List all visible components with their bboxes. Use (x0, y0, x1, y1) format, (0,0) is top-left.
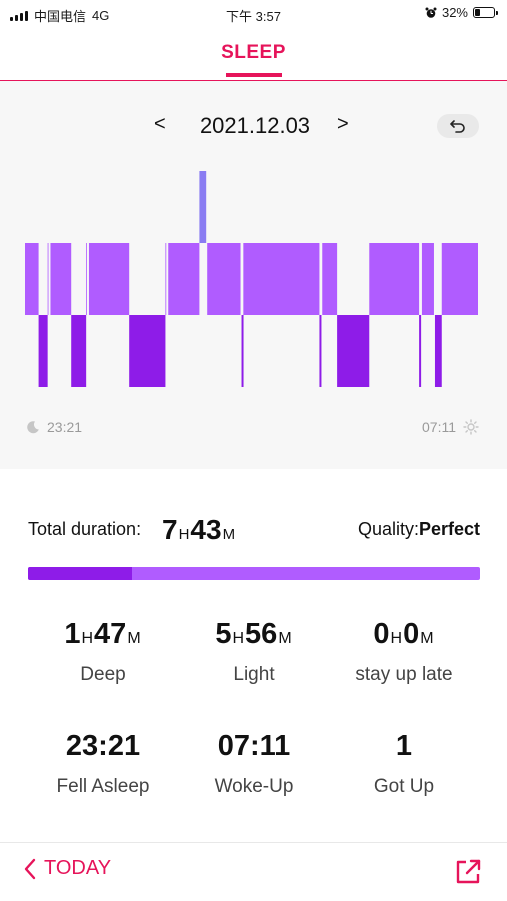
share-icon (456, 859, 481, 884)
sleep-stage-chart (25, 171, 478, 387)
sleep-segment-light (25, 243, 39, 315)
quality-value: Perfect (418, 519, 480, 539)
fell-asleep-time: 23:21 (65, 730, 141, 762)
summary-row: Total duration: 7 H 43 M Quality:Perfect (28, 514, 480, 546)
status-right: 32% (425, 5, 498, 20)
share-button[interactable] (453, 857, 483, 892)
minute-unit: M (127, 630, 141, 647)
stat-fell-asleep-value: 23:21 (23, 730, 183, 768)
sleep-segment-light (441, 243, 478, 315)
late-hours: 0 (373, 618, 390, 650)
today-button[interactable]: TODAY (24, 857, 111, 880)
minute-unit: M (420, 630, 434, 647)
bottom-bar: TODAY (0, 842, 507, 901)
alarm-icon (425, 7, 437, 18)
tab-underline (226, 73, 282, 77)
light-hours: 5 (215, 618, 232, 650)
got-up-count: 1 (395, 730, 413, 762)
end-time-label: 07:11 (422, 419, 456, 435)
total-minutes: 43 (190, 514, 222, 545)
sleep-segment-light (369, 243, 420, 315)
hour-unit: H (81, 630, 94, 647)
stat-woke-up: 07:11 Woke-Up (174, 730, 334, 798)
end-time: 07:11 (422, 419, 479, 435)
segment-divider (48, 243, 51, 315)
quality: Quality:Perfect (358, 519, 480, 540)
today-label: TODAY (44, 857, 112, 879)
stat-late-value: 0 H 0 M (324, 618, 484, 656)
sleep-segment-light (86, 243, 130, 315)
stat-woke-up-value: 07:11 (174, 730, 334, 768)
stat-stay-up-late: 0 H 0 M stay up late (324, 618, 484, 686)
total-duration-label: Total duration: (28, 519, 142, 539)
stat-deep-value: 1 H 47 M (23, 618, 183, 656)
hour-unit: H (232, 630, 245, 647)
moon-icon (27, 421, 39, 434)
battery-percent: 32% (441, 5, 468, 20)
segment-divider (320, 243, 323, 315)
stat-woke-up-label: Woke-Up (214, 776, 294, 797)
woke-up-time: 07:11 (217, 730, 291, 762)
stat-got-up: 1 Got Up (324, 730, 484, 798)
hour-unit: H (390, 630, 403, 647)
sleep-segment-deep (337, 315, 370, 387)
segment-divider (205, 243, 208, 315)
header: SLEEP (0, 28, 507, 81)
stat-late-label: stay up late (355, 664, 453, 685)
segment-divider (86, 243, 89, 315)
segment-divider (240, 243, 243, 315)
stat-got-up-label: Got Up (373, 776, 435, 797)
sleep-segment-deep (434, 315, 442, 387)
status-bar: 中国电信 4G 下午 3:57 32% (0, 0, 507, 28)
sleep-segment-deep (319, 315, 322, 387)
sleep-segment-awake (199, 171, 207, 243)
battery-icon (473, 7, 498, 18)
start-time-label: 23:21 (47, 419, 83, 435)
tab-sleep[interactable]: SLEEP (0, 42, 507, 64)
segment-divider (166, 243, 169, 315)
segment-divider (419, 243, 422, 315)
segment-divider (433, 243, 436, 315)
stat-deep: 1 H 47 M Deep (23, 618, 183, 686)
stat-light-value: 5 H 56 M (174, 618, 334, 656)
chevron-left-icon (24, 858, 36, 879)
deep-light-ratio-bar (28, 567, 480, 580)
quality-label: Quality: (357, 519, 419, 539)
minute-unit: M (222, 526, 236, 543)
sun-icon (463, 419, 479, 435)
total-duration-value: 7 H 43 M (162, 514, 236, 546)
sleep-segment-deep (38, 315, 48, 387)
sleep-segment-light (420, 243, 435, 315)
stat-light-label: Light (233, 664, 275, 685)
sleep-segment-light (165, 243, 200, 315)
sleep-segment-deep (71, 315, 87, 387)
sleep-segment-deep (419, 315, 422, 387)
light-minutes: 56 (245, 618, 278, 650)
sleep-segment-light (321, 243, 338, 315)
stat-deep-label: Deep (80, 664, 126, 685)
stat-fell-asleep-label: Fell Asleep (56, 776, 150, 797)
sleep-segment-deep (129, 315, 166, 387)
stat-got-up-value: 1 (324, 730, 484, 768)
deep-minutes: 47 (94, 618, 127, 650)
start-time: 23:21 (26, 419, 82, 435)
stat-fell-asleep: 23:21 Fell Asleep (23, 730, 183, 798)
hour-unit: H (178, 526, 190, 543)
stat-light: 5 H 56 M Light (174, 618, 334, 686)
total-hours: 7 (162, 514, 178, 545)
minute-unit: M (278, 630, 292, 647)
late-minutes: 0 (403, 618, 420, 650)
sleep-segment-deep (241, 315, 244, 387)
sleep-chart-panel: < 2021.12.03 > 23:21 07:11 (0, 81, 507, 469)
deep-ratio-fill (28, 567, 132, 580)
deep-hours: 1 (64, 618, 81, 650)
sleep-segment-light (206, 243, 242, 315)
sleep-segment-light (47, 243, 72, 315)
sleep-segment-light (243, 243, 320, 315)
